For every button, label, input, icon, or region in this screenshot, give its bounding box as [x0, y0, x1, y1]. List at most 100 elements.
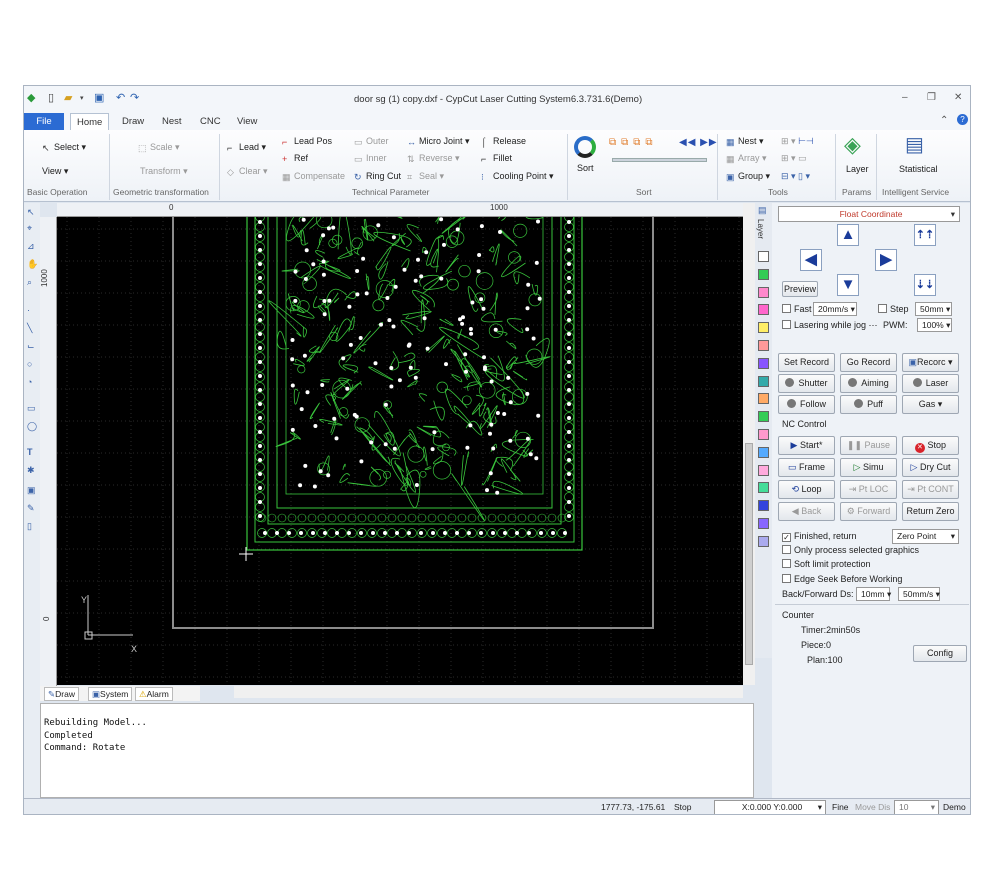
layer-swatch[interactable]	[758, 500, 769, 512]
save-icon[interactable]: ▣	[94, 91, 104, 104]
dot-tool-icon[interactable]: ·	[27, 305, 37, 315]
statistical-button[interactable]: Statistical	[899, 164, 938, 174]
image-tool-icon[interactable]: ▣	[27, 485, 37, 495]
follow-button[interactable]: Follow	[778, 395, 835, 414]
layer-swatch[interactable]	[758, 518, 769, 529]
scale-button[interactable]: ⬚ Scale ▾	[138, 142, 180, 153]
layer-swatch[interactable]	[758, 429, 769, 440]
simu-button[interactable]: ▷ Simu	[840, 458, 897, 477]
sort-slider[interactable]	[612, 158, 707, 162]
move-dis-select[interactable]: 10 ▾	[894, 800, 939, 814]
layer-swatch[interactable]	[758, 446, 769, 458]
coordinate-mode-select[interactable]: Float Coordinate ▾	[778, 206, 960, 222]
select-button[interactable]: ↖ Select ▾	[42, 142, 86, 153]
jog-down-icon[interactable]: ▼	[837, 274, 859, 296]
machine-position-select[interactable]: X:0.000 Y:0.000 ▾	[714, 800, 826, 814]
aiming-button[interactable]: Aiming	[840, 374, 897, 393]
record-dropdown-button[interactable]: ▣Recorc ▾	[902, 353, 959, 372]
ribbon-collapse-icon[interactable]: ⌃	[940, 115, 948, 126]
release-button[interactable]: ⌠ Release	[481, 136, 526, 147]
sort-nav-icon[interactable]: ◀◀ ▶▶	[679, 137, 718, 148]
go-record-button[interactable]: Go Record	[840, 353, 897, 372]
tool-icon-c[interactable]: ⊟ ▾ ▯ ▾	[781, 171, 810, 182]
ring-cut-button[interactable]: ↻ Ring Cut	[354, 171, 401, 182]
jog-left-icon[interactable]: ◀	[800, 249, 822, 271]
layer-swatch[interactable]	[758, 375, 769, 387]
back-forward-ds-select[interactable]: 10mm ▾	[856, 587, 891, 601]
laser-button[interactable]: Laser	[902, 374, 959, 393]
fine-toggle[interactable]: Fine	[832, 802, 849, 812]
node-edit-icon[interactable]: ⌖	[27, 223, 37, 233]
pause-button[interactable]: ❚❚ Pause	[840, 436, 897, 455]
group-button[interactable]: ▣ Group ▾	[726, 171, 770, 182]
command-console[interactable]: Rebuilding Model... Completed Command: R…	[40, 703, 754, 798]
lasering-checkbox[interactable]: Lasering while jog ⋯	[782, 320, 878, 331]
circle-tool-icon[interactable]: ○	[27, 359, 37, 369]
only-selected-checkbox[interactable]: Only process selected graphics	[782, 545, 919, 555]
compensate-button[interactable]: ▦ Compensate	[282, 171, 345, 182]
reverse-button[interactable]: ⇅ Reverse ▾	[407, 153, 460, 164]
pt-loc-button[interactable]: ⇥ Pt LOC	[840, 480, 897, 499]
tool-icon-a[interactable]: ⊞ ▾ ⊢⊣	[781, 136, 814, 147]
new-file-icon[interactable]: ▯	[48, 91, 54, 104]
help-icon[interactable]: ?	[957, 114, 968, 125]
layer-swatch[interactable]	[758, 304, 769, 316]
layer-swatch[interactable]	[758, 268, 769, 280]
tab-home[interactable]: Home	[70, 113, 110, 130]
array-button[interactable]: ▦ Array ▾	[726, 153, 767, 164]
tab-file[interactable]: File	[24, 113, 64, 130]
shutter-button[interactable]: Shutter	[778, 374, 835, 393]
ref-button[interactable]: + Ref	[282, 153, 308, 164]
star-tool-icon[interactable]: ✱	[27, 465, 37, 475]
scroll-thumb[interactable]	[745, 443, 753, 665]
edge-seek-checkbox[interactable]: Edge Seek Before Working	[782, 574, 902, 584]
minimize-icon[interactable]: –	[902, 92, 908, 103]
tab-alarm-log[interactable]: ⚠Alarm	[135, 687, 173, 701]
page-tool-icon[interactable]: ▯	[27, 521, 37, 531]
tab-cnc[interactable]: CNC	[194, 113, 227, 130]
forward-button[interactable]: ⚙ Forward	[840, 502, 897, 521]
horizontal-scrollbar[interactable]	[234, 686, 743, 698]
redo-icon[interactable]: ↷	[130, 91, 139, 104]
config-button[interactable]: Config	[913, 645, 967, 662]
seal-button[interactable]: ⌗ Seal ▾	[407, 171, 444, 182]
tab-nest[interactable]: Nest	[156, 113, 188, 130]
lead-button[interactable]: ⌐ Lead ▾	[227, 142, 266, 153]
tab-system-log[interactable]: ▣System	[88, 687, 133, 701]
layer-swatch[interactable]	[758, 357, 769, 369]
outer-button[interactable]: ▭ Outer	[354, 136, 389, 147]
fast-speed-select[interactable]: 20mm/s ▾	[813, 302, 857, 316]
nest-button[interactable]: ▦ Nest ▾	[726, 136, 764, 147]
vertical-scrollbar[interactable]	[743, 203, 755, 685]
zoom-icon[interactable]: ⌕	[27, 277, 37, 287]
tab-view[interactable]: View	[231, 113, 263, 130]
start-button[interactable]: ▶ Start*	[778, 436, 835, 455]
jog-right-icon[interactable]: ▶	[875, 249, 897, 271]
layer-swatch[interactable]	[758, 322, 769, 334]
drawing-canvas[interactable]: Y X	[57, 217, 743, 685]
fillet-button[interactable]: ⌐ Fillet	[481, 153, 512, 164]
open-folder-icon[interactable]: ▰	[64, 91, 72, 104]
clear-button[interactable]: ◇ Clear ▾	[227, 166, 268, 177]
zero-point-select[interactable]: Zero Point ▾	[892, 529, 959, 544]
undo-icon[interactable]: ↶	[116, 91, 125, 104]
layer-swatch[interactable]	[758, 340, 769, 351]
stop-button[interactable]: ✕ Stop	[902, 436, 959, 455]
select-tool-icon[interactable]: ↖	[27, 207, 37, 217]
layer-swatch[interactable]	[758, 411, 769, 423]
dry-cut-button[interactable]: ▷ Dry Cut	[902, 458, 959, 477]
layer-swatch[interactable]	[758, 286, 769, 298]
step-checkbox[interactable]: Step	[878, 304, 909, 314]
line-tool-icon[interactable]: ╲	[27, 323, 37, 333]
transform-button[interactable]: Transform ▾	[140, 166, 188, 177]
puff-button[interactable]: Puff	[840, 395, 897, 414]
z-up-icon[interactable]: ⇡⇡	[914, 224, 936, 246]
sort-label[interactable]: Sort	[577, 163, 594, 173]
inner-button[interactable]: ▭ Inner	[354, 153, 387, 164]
preview-button[interactable]: Preview	[782, 281, 818, 297]
layer-swatch[interactable]	[758, 393, 769, 405]
gas-select[interactable]: Gas ▾	[902, 395, 959, 414]
pt-cont-button[interactable]: ⇥ Pt CONT	[902, 480, 959, 499]
finished-return-checkbox[interactable]: ✓ Finished, return	[782, 531, 857, 542]
fast-checkbox[interactable]: Fast	[782, 304, 812, 314]
